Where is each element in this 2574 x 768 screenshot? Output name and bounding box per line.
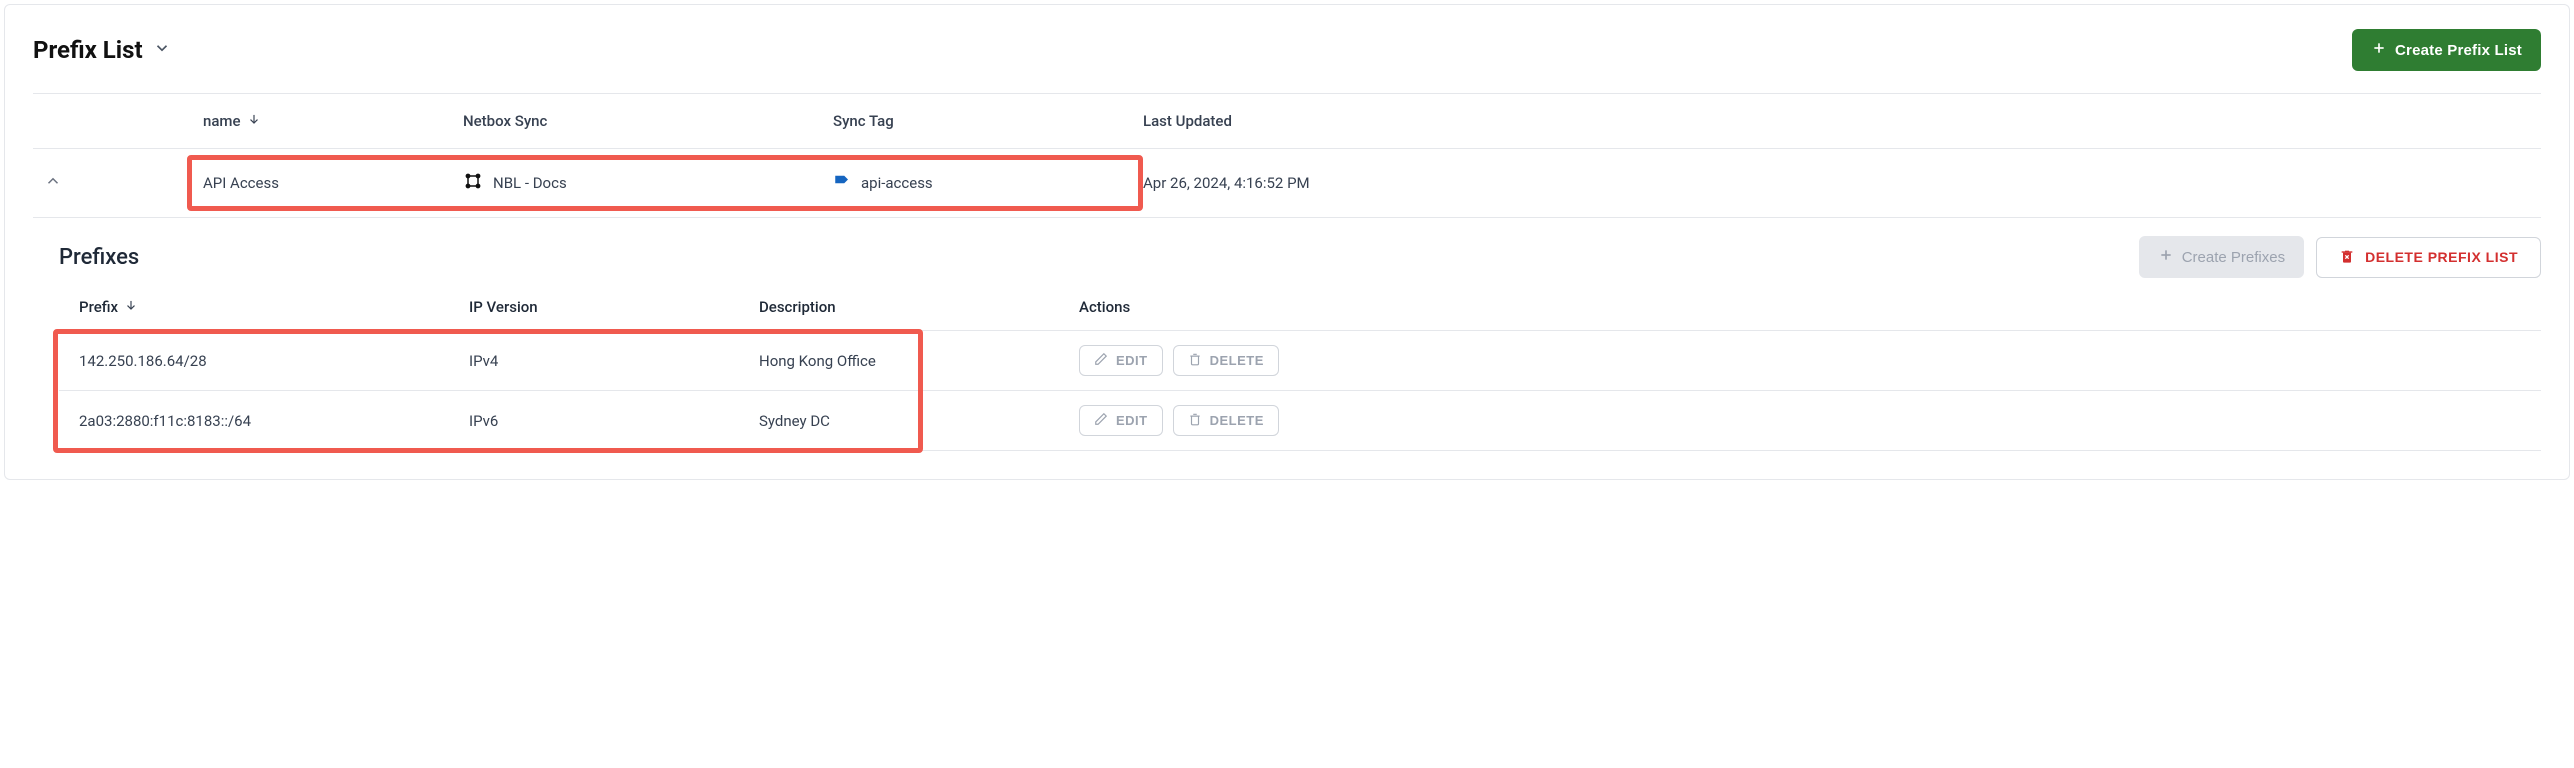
delete-button[interactable]: DELETE (1173, 405, 1279, 436)
page-title: Prefix List (33, 36, 143, 64)
create-prefix-list-button[interactable]: Create Prefix List (2352, 29, 2541, 71)
plus-icon (2158, 247, 2174, 267)
ipversion-cell: IPv4 (469, 352, 759, 370)
sort-desc-icon (247, 112, 261, 130)
col-synctag-label: Sync Tag (833, 112, 894, 130)
create-prefixes-label: Create Prefixes (2182, 249, 2285, 266)
delete-prefix-list-button[interactable]: DELETE PREFIX LIST (2316, 237, 2541, 278)
page-header: Prefix List Create Prefix List (33, 29, 2541, 93)
trash-x-icon (2339, 248, 2355, 267)
prefixes-actions: Create Prefixes DELETE PREFIX LIST (2139, 236, 2541, 278)
plus-icon (2371, 40, 2387, 60)
sub-col-actions: Actions (1079, 298, 2541, 316)
trash-icon (1188, 352, 1202, 369)
prefixes-title: Prefixes (59, 245, 139, 270)
delete-button[interactable]: DELETE (1173, 345, 1279, 376)
col-name[interactable]: name (203, 112, 463, 130)
sub-col-description-label: Description (759, 298, 836, 316)
prefix-cell: 142.250.186.64/28 (79, 352, 469, 370)
sub-col-prefix[interactable]: Prefix (79, 298, 469, 316)
table-header-row: name Netbox Sync Sync Tag Last Updated (33, 93, 2541, 149)
table-row: API Access (33, 149, 2541, 218)
col-lastupdated-label: Last Updated (1143, 112, 1232, 130)
pencil-icon (1094, 352, 1108, 369)
description-cell: Sydney DC (759, 412, 1079, 430)
edit-label: EDIT (1116, 413, 1148, 428)
delete-label: DELETE (1210, 353, 1264, 368)
prefixes-panel: Prefixes Create Prefixes DELETE PREFIX L… (33, 218, 2541, 451)
netbox-icon (463, 171, 483, 195)
chevron-down-icon[interactable] (153, 39, 171, 61)
cell-lastupdated: Apr 26, 2024, 4:16:52 PM (1143, 174, 2541, 192)
pencil-icon (1094, 412, 1108, 429)
page-container: Prefix List Create Prefix List name Netb… (4, 4, 2570, 480)
edit-button[interactable]: EDIT (1079, 405, 1163, 436)
row-name: API Access (203, 174, 279, 192)
row-lastupdated: Apr 26, 2024, 4:16:52 PM (1143, 174, 1310, 192)
tag-icon (833, 172, 851, 194)
col-name-label: name (203, 112, 241, 130)
prefixes-columns: Prefix IP Version Description Actions (59, 288, 2541, 331)
delete-label: DELETE (1210, 413, 1264, 428)
description-cell: Hong Kong Office (759, 352, 1079, 370)
highlighted-region-prefixes: 142.250.186.64/28 IPv4 Hong Kong Office … (59, 331, 2541, 451)
sort-desc-icon (124, 298, 138, 316)
edit-button[interactable]: EDIT (1079, 345, 1163, 376)
create-prefixes-button[interactable]: Create Prefixes (2139, 236, 2304, 278)
prefix-list-table: name Netbox Sync Sync Tag Last Updated (33, 93, 2541, 451)
cell-netbox: NBL - Docs (463, 171, 833, 195)
ipversion-cell: IPv6 (469, 412, 759, 430)
sub-col-ipversion[interactable]: IP Version (469, 298, 759, 316)
prefix-cell: 2a03:2880:f11c:8183::/64 (79, 412, 469, 430)
row-actions: EDIT DELETE (1079, 345, 2541, 376)
cell-name: API Access (203, 174, 463, 192)
row-netbox: NBL - Docs (493, 174, 567, 192)
prefix-row: 142.250.186.64/28 IPv4 Hong Kong Office … (59, 331, 2541, 391)
prefixes-header: Prefixes Create Prefixes DELETE PREFIX L… (59, 236, 2541, 288)
sub-col-actions-label: Actions (1079, 298, 1130, 316)
sub-col-prefix-label: Prefix (79, 298, 118, 316)
trash-icon (1188, 412, 1202, 429)
row-synctag: api-access (861, 174, 933, 192)
col-sync-tag[interactable]: Sync Tag (833, 112, 1143, 130)
expand-toggle[interactable] (33, 172, 73, 194)
row-actions: EDIT DELETE (1079, 405, 2541, 436)
cell-synctag: api-access (833, 172, 1143, 194)
col-last-updated[interactable]: Last Updated (1143, 112, 2541, 130)
sub-col-description[interactable]: Description (759, 298, 1079, 316)
sub-col-ipversion-label: IP Version (469, 298, 538, 316)
page-title-group: Prefix List (33, 36, 171, 64)
col-netbox-label: Netbox Sync (463, 112, 547, 130)
chevron-up-icon (44, 172, 62, 194)
col-netbox-sync[interactable]: Netbox Sync (463, 112, 833, 130)
prefix-row: 2a03:2880:f11c:8183::/64 IPv6 Sydney DC … (59, 391, 2541, 451)
create-prefix-list-label: Create Prefix List (2395, 42, 2522, 59)
highlighted-region-row: API Access (203, 171, 1143, 195)
delete-prefix-list-label: DELETE PREFIX LIST (2365, 249, 2518, 265)
edit-label: EDIT (1116, 353, 1148, 368)
